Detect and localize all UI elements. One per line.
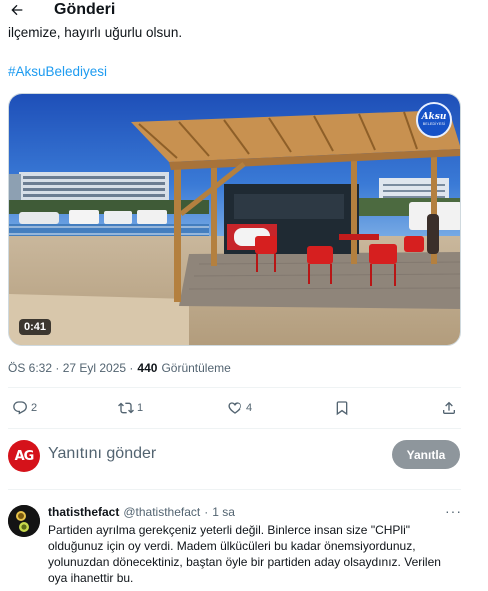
- share-button[interactable]: [441, 396, 457, 420]
- like-button[interactable]: 4: [227, 396, 252, 420]
- like-count: 4: [246, 402, 253, 414]
- retweet-icon: [118, 402, 134, 414]
- avatar[interactable]: [8, 505, 40, 537]
- user-avatar[interactable]: AG: [8, 440, 40, 472]
- page-title: Gönderi: [54, 1, 116, 18]
- tweet-video[interactable]: Aksu BELEDİYESİ 0:41: [8, 93, 461, 346]
- reply-count: 2: [31, 402, 38, 414]
- share-icon: [443, 401, 455, 414]
- reply-header: thatisthefact @thatisthefact · 1 sa: [48, 505, 235, 519]
- divider: [8, 489, 461, 490]
- divider: [8, 387, 461, 388]
- timestamp[interactable]: ÖS 6:32 · 27 Eyl 2025 ·: [8, 361, 133, 375]
- municipality-logo: Aksu BELEDİYESİ: [416, 102, 452, 138]
- arrow-left-icon: [11, 4, 23, 16]
- tweet-text: ilçemize, hayırlı uğurlu olsun.: [8, 25, 183, 40]
- back-button[interactable]: [8, 1, 26, 19]
- more-options-icon[interactable]: ···: [445, 503, 462, 519]
- divider: [8, 428, 461, 429]
- video-frame: [9, 94, 460, 345]
- reply-icon: [13, 401, 27, 415]
- display-name[interactable]: thatisthefact: [48, 505, 119, 519]
- reply-button[interactable]: 2: [12, 396, 37, 420]
- bookmark-button[interactable]: [334, 396, 350, 420]
- page-header: Gönderi: [0, 0, 488, 20]
- separator: ·: [204, 505, 209, 519]
- reply-submit-button[interactable]: Yanıtla: [392, 440, 460, 469]
- views-label: Görüntüleme: [161, 361, 231, 375]
- user-handle[interactable]: @thatisthefact: [123, 505, 200, 519]
- retweet-count: 1: [137, 402, 144, 414]
- reply-input[interactable]: Yanıtını gönder: [48, 445, 156, 463]
- reply-composer: AG Yanıtını gönder Yanıtla: [0, 436, 488, 476]
- tweet-actions: 2 1 4: [0, 396, 488, 420]
- tweet-meta: ÖS 6:32 · 27 Eyl 2025 · 440 Görüntüleme: [8, 361, 231, 375]
- reply-text: Partiden ayrılma gerekçeniz yeterli deği…: [48, 523, 441, 585]
- views-count: 440: [137, 361, 158, 375]
- hashtag-link[interactable]: #AksuBelediyesi: [8, 64, 107, 79]
- reply-time[interactable]: 1 sa: [212, 505, 235, 519]
- avatar-image: [8, 505, 40, 537]
- heart-icon: [228, 402, 241, 414]
- bookmark-icon: [336, 401, 348, 416]
- video-duration-badge: 0:41: [19, 319, 52, 335]
- retweet-button[interactable]: 1: [118, 396, 143, 420]
